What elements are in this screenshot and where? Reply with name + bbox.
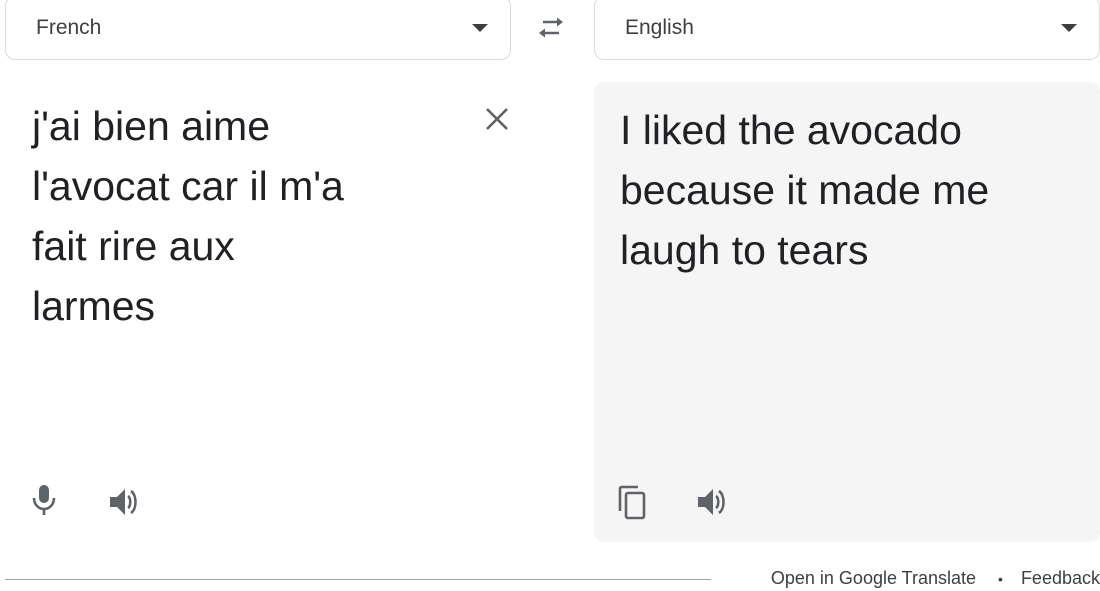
source-language-label: French: [36, 16, 102, 39]
copy-translation-button[interactable]: [612, 482, 652, 524]
footer-divider: [5, 579, 711, 580]
dropdown-caret-icon: [1061, 24, 1077, 32]
close-icon: [486, 108, 508, 130]
footer-separator: •: [998, 570, 1003, 587]
target-language-label: English: [625, 16, 694, 39]
voice-input-button[interactable]: [26, 480, 62, 520]
speaker-icon: [698, 489, 725, 515]
translation-panel: I liked the avocado because it made me l…: [594, 82, 1100, 542]
source-language-select[interactable]: French: [5, 0, 511, 60]
open-in-google-translate-link[interactable]: Open in Google Translate: [771, 568, 976, 589]
swap-languages-icon: [539, 17, 563, 38]
listen-source-button[interactable]: [104, 482, 144, 522]
copy-icon: [618, 485, 646, 520]
footer-links: Open in Google Translate • Feedback: [771, 568, 1100, 589]
listen-translation-button[interactable]: [692, 482, 732, 522]
translated-text: I liked the avocado because it made me l…: [620, 107, 990, 273]
source-text-input[interactable]: j'ai bien aime l'avocat car il m'a fait …: [32, 96, 452, 336]
translate-widget: French English j'ai bien aime l'avocat c…: [0, 0, 1100, 591]
speaker-icon: [110, 489, 137, 515]
clear-text-button[interactable]: [480, 102, 514, 136]
target-language-select[interactable]: English: [594, 0, 1100, 60]
microphone-icon: [32, 485, 56, 515]
feedback-link[interactable]: Feedback: [1021, 568, 1100, 589]
swap-languages-button[interactable]: [530, 10, 572, 46]
dropdown-caret-icon: [472, 24, 488, 32]
